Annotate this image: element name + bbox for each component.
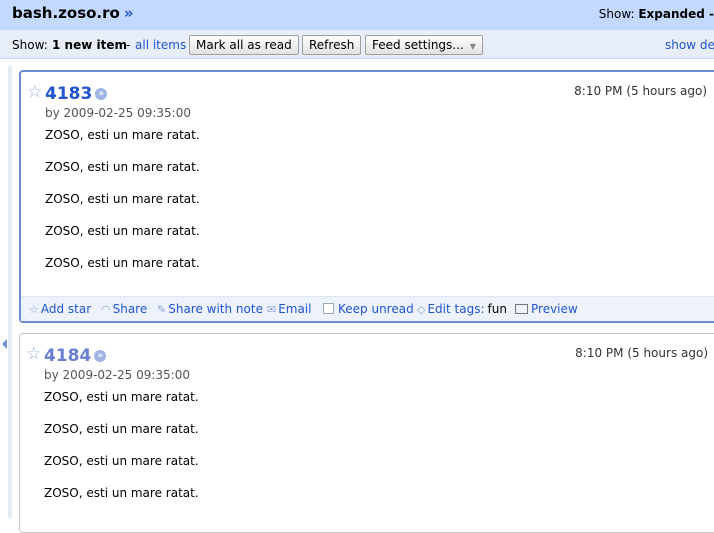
feed-toolbar: Show: 1 new item - all items Mark all as… [0,30,714,59]
entry-author: by 2009-02-25 09:35:00 [45,106,191,120]
share-label: Share [112,302,148,316]
entry-line: ZOSO, esti un mare ratat. [45,160,200,174]
feed-settings-dropdown[interactable]: Feed settings... ▼ [365,35,483,55]
feed-entry-current[interactable]: ☆ 4183» 8:10 PM (5 hours ago) by 2009-02… [19,70,714,323]
share-action[interactable]: ◠ Share [101,302,147,316]
entry-date: 8:10 PM (5 hours ago) [575,346,708,360]
sidebar-collapse-bar[interactable] [8,66,12,518]
chevron-right-icon[interactable]: » [95,88,108,100]
entry-line: ZOSO, esti un mare ratat. [44,454,199,468]
feed-title-arrow[interactable]: » [124,4,134,22]
entry-actions: ☆ Add star ◠ Share ✎ Share with note ✉ Email… [21,296,714,321]
chevron-right-icon[interactable]: » [94,350,107,362]
entry-title[interactable]: 4183» [45,84,108,104]
tag-value[interactable]: fun [488,302,507,316]
entry-line: ZOSO, esti un mare ratat. [44,486,199,500]
refresh-label: Refresh [309,38,355,52]
feed-title[interactable]: bash.zoso.ro» [12,4,134,22]
entry-title[interactable]: 4184» [44,346,107,366]
feed-entry[interactable]: ☆ 4184» 8:10 PM (5 hours ago) by 2009-02… [19,333,714,533]
entry-body: ZOSO, esti un mare ratat. ZOSO, esti un … [45,128,200,288]
entry-line: ZOSO, esti un mare ratat. [44,390,199,404]
view-mode-selector[interactable]: Show: Expanded - [599,7,714,21]
star-icon[interactable]: ☆ [27,83,42,101]
entry-author: by 2009-02-25 09:35:00 [44,368,190,382]
entry-date: 8:10 PM (5 hours ago) [574,84,707,98]
share-with-note-label: Share with note [168,302,263,316]
entry-title-text[interactable]: 4184 [44,346,91,366]
keep-unread-checkbox[interactable] [323,303,334,314]
entry-body: ZOSO, esti un mare ratat. ZOSO, esti un … [44,390,199,518]
mark-all-read-button[interactable]: Mark all as read [189,35,299,55]
entry-line: ZOSO, esti un mare ratat. [45,256,200,270]
share-with-note-action[interactable]: ✎ Share with note [157,302,263,316]
new-items-filter[interactable]: 1 new item [52,38,127,52]
tag-icon: ◇ [417,303,426,316]
show-filter-label: Show: [12,38,48,52]
add-star-action[interactable]: ☆ Add star [29,302,91,316]
view-mode-label: Show: [598,7,635,21]
email-label: Email [278,302,312,316]
keep-unread-label: Keep unread [338,302,414,316]
preview-label: Preview [531,302,578,316]
all-items-link[interactable]: all items [135,38,186,52]
refresh-button[interactable]: Refresh [302,35,362,55]
entry-line: ZOSO, esti un mare ratat. [45,192,200,206]
edit-tags-action[interactable]: ◇ Edit tags: fun [417,302,507,316]
feed-header: bash.zoso.ro» Show: Expanded - [0,0,714,30]
star-icon[interactable]: ☆ [26,345,41,363]
share-icon: ◠ [101,303,111,316]
entry-line: ZOSO, esti un mare ratat. [45,128,200,142]
feed-settings-label: Feed settings... [372,38,464,52]
entry-line: ZOSO, esti un mare ratat. [45,224,200,238]
star-outline-icon: ☆ [29,303,39,316]
preview-action[interactable]: Preview [515,302,578,316]
add-star-label: Add star [40,302,92,316]
preview-icon [515,304,528,314]
mark-all-read-label: Mark all as read [196,38,292,52]
email-action[interactable]: ✉ Email [267,302,312,316]
view-mode-value[interactable]: Expanded - [638,7,714,21]
edit-tags-label: Edit tags: [427,302,485,316]
mail-icon: ✉ [267,303,277,316]
dropdown-arrow-icon: ▼ [469,42,476,51]
keep-unread-action[interactable]: Keep unread [323,302,414,316]
entry-line: ZOSO, esti un mare ratat. [44,422,199,436]
feed-title-text[interactable]: bash.zoso.ro [12,4,120,22]
note-icon: ✎ [157,303,167,316]
filter-separator: - [126,38,131,52]
show-details-link[interactable]: show det [665,38,714,52]
entry-title-text[interactable]: 4183 [45,84,92,104]
collapse-sidebar-icon[interactable] [2,339,7,349]
